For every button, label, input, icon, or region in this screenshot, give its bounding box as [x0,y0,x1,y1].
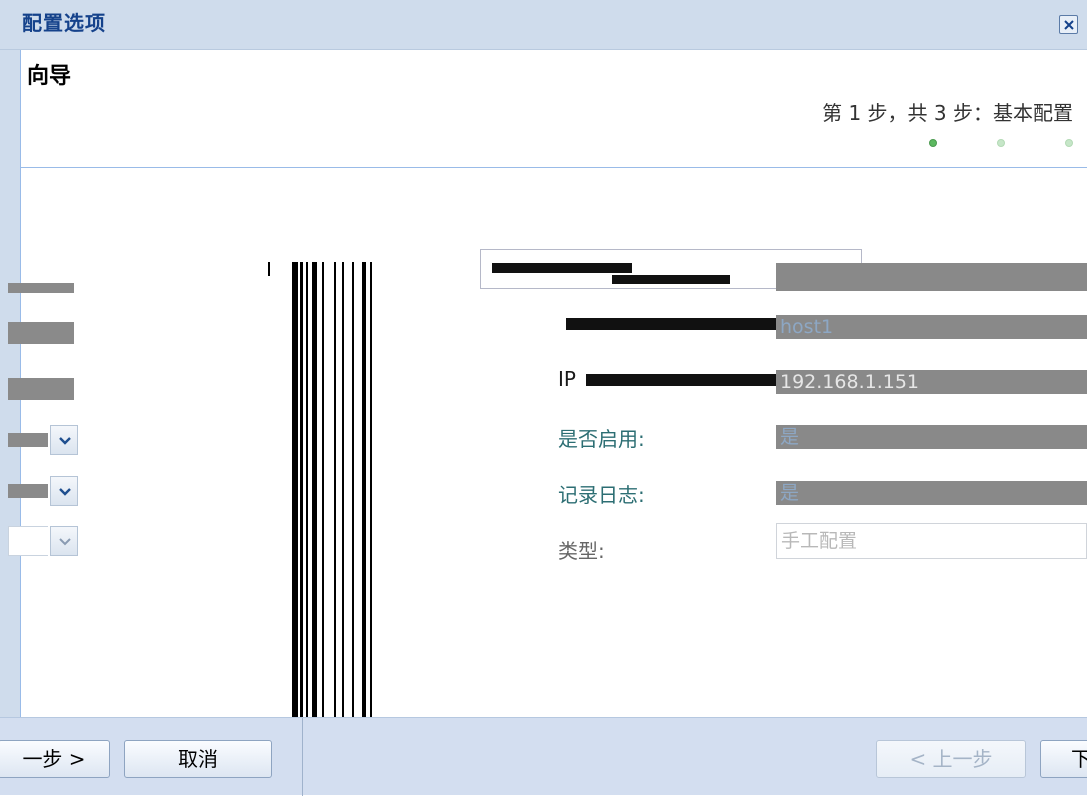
redacted-block [612,275,730,284]
redacted-block [566,318,776,330]
step-dot-2 [997,139,1005,147]
dialog-footer: 一步 > 取消 < 上一步 下 [0,717,1087,796]
log-label: 记录日志: [558,483,645,507]
left-field-1[interactable] [8,283,74,293]
wizard-header: 向导 第 1 步，共 3 步：基本配置 [20,50,1087,168]
glitch-bar [268,262,270,276]
cancel-button[interactable]: 取消 [124,740,272,778]
type-input[interactable]: 手工配置 [776,523,1087,559]
glitch-bar [362,262,366,718]
glitch-bar [292,262,298,718]
log-select[interactable]: 是 [776,481,1087,505]
glitch-bar [306,262,308,718]
ip-label: IP [558,367,576,391]
enabled-select[interactable]: 是 [776,425,1087,449]
chevron-down-icon [59,488,71,496]
glitch-bar [300,262,303,718]
glitch-bar [352,262,354,718]
step-dot-3 [1065,139,1073,147]
dialog-titlebar[interactable]: 配置选项 [0,0,1087,50]
footer-divider [302,718,303,796]
wizard-title: 向导 [27,64,72,89]
prev-step-button[interactable]: < 上一步 [876,740,1026,778]
glitch-bar [312,262,317,718]
chevron-down-icon [59,538,71,546]
step-indicator-text: 第 1 步，共 3 步：基本配置 [822,101,1073,125]
glitch-bar [334,262,336,718]
dropdown-trigger[interactable] [50,526,78,556]
chevron-down-icon [59,437,71,445]
redacted-block [586,374,776,386]
left-combo-3[interactable] [8,526,78,556]
glitch-bar [342,262,344,718]
step-progress-dots [905,136,1075,150]
left-combo-2[interactable] [8,476,78,506]
config-options-dialog: 配置选项 向导 第 1 步，共 3 步：基本配置 host1 IP 192.16… [0,0,1087,796]
ip-address-input[interactable]: 192.168.1.151 [776,370,1087,394]
enabled-label: 是否启用: [558,427,645,451]
left-field-2[interactable] [8,322,74,344]
dropdown-trigger[interactable] [50,476,78,506]
dropdown-trigger[interactable] [50,425,78,455]
step-dot-1 [929,139,937,147]
dialog-title: 配置选项 [22,11,106,35]
next-button[interactable]: 下 [1040,740,1087,778]
redacted-block [492,263,632,273]
next-step-button[interactable]: 一步 > [0,740,110,778]
type-label: 类型: [558,539,605,563]
hostname-input[interactable]: host1 [776,315,1087,339]
fieldset-title-field [776,263,1087,291]
left-field-3[interactable] [8,378,74,400]
close-button[interactable] [1059,15,1078,34]
glitch-bar [322,262,324,718]
close-icon [1064,20,1074,30]
glitch-bar [370,262,372,718]
left-combo-1[interactable] [8,425,78,455]
